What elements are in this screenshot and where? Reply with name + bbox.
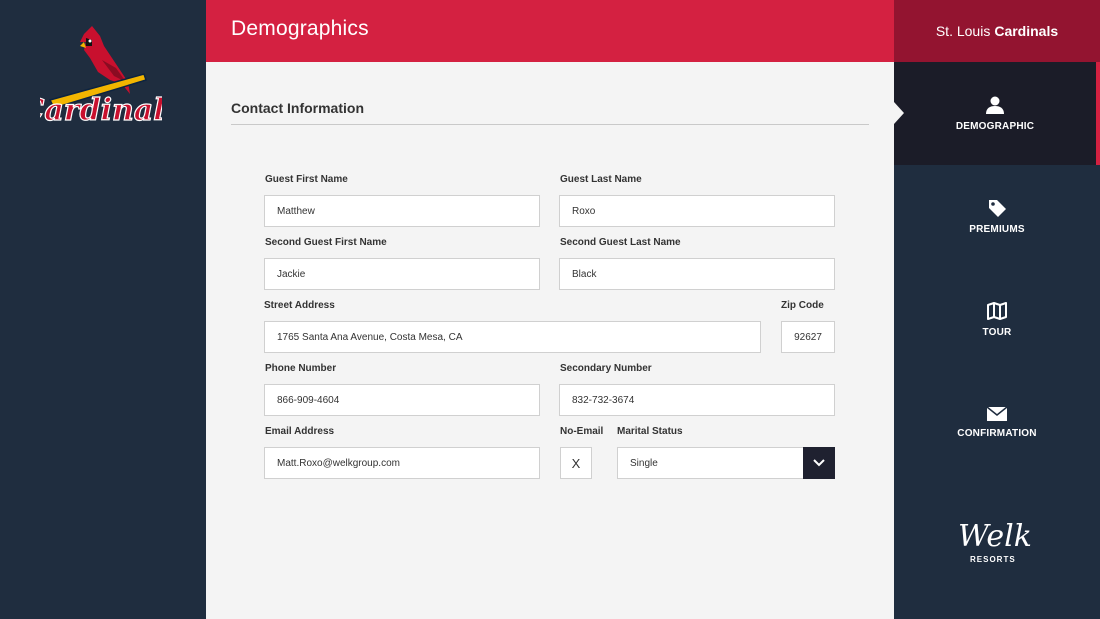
nav-label-tour: TOUR: [982, 327, 1012, 338]
brand-header: St. Louis Cardinals: [894, 0, 1100, 62]
secondary-number-label: Secondary Number: [560, 363, 652, 374]
section-divider: [231, 124, 869, 125]
street-address-input[interactable]: [264, 321, 761, 353]
logo-wordmark: Cardinals: [40, 93, 162, 128]
email-address-label: Email Address: [265, 426, 335, 437]
brand-team: Cardinals: [994, 23, 1059, 39]
nav-item-confirmation[interactable]: CONFIRMATION: [894, 371, 1100, 474]
nav-item-tour[interactable]: TOUR: [894, 268, 1100, 371]
nav-label-demographic: DEMOGRAPHIC: [955, 121, 1035, 132]
welk-sub: RESORTS: [970, 555, 1016, 564]
no-email-checkbox[interactable]: X: [560, 447, 592, 479]
second-guest-first-name-label: Second Guest First Name: [265, 237, 387, 248]
envelope-icon: [986, 406, 1008, 421]
guest-first-name-label: Guest First Name: [265, 174, 348, 185]
email-address-input[interactable]: [264, 447, 540, 479]
tag-icon: [989, 200, 1006, 217]
guest-first-name-input[interactable]: [264, 195, 540, 227]
page-title: Demographics: [231, 17, 369, 40]
nav-label-premiums: PREMIUMS: [969, 224, 1025, 235]
map-icon: [987, 302, 1007, 320]
zip-code-label: Zip Code: [781, 300, 824, 311]
main-content: Contact Information Guest First Name Gue…: [206, 62, 894, 619]
guest-last-name-input[interactable]: [559, 195, 835, 227]
dropdown-toggle[interactable]: [803, 447, 835, 479]
nav-label-confirmation: CONFIRMATION: [957, 428, 1037, 439]
marital-status-select[interactable]: Single: [617, 447, 835, 479]
page-header: Demographics: [206, 0, 894, 62]
active-indicator: [894, 102, 904, 124]
street-address-label: Street Address: [264, 300, 335, 311]
phone-number-label: Phone Number: [265, 363, 337, 374]
cardinals-logo: Cardinals: [40, 26, 162, 129]
welk-resorts-logo: Welk RESORTS: [958, 522, 1038, 570]
second-guest-first-name-input[interactable]: [264, 258, 540, 290]
second-guest-last-name-input[interactable]: [559, 258, 835, 290]
right-sidebar: St. Louis Cardinals DEMOGRAPHIC PREMIUMS…: [894, 0, 1100, 619]
chevron-down-icon: [813, 459, 825, 467]
left-sidebar: Cardinals: [0, 0, 206, 619]
welk-script: Welk: [958, 519, 1032, 554]
nav-item-demographic[interactable]: DEMOGRAPHIC: [894, 62, 1100, 165]
marital-status-value: Single: [630, 458, 658, 469]
section-title: Contact Information: [231, 100, 364, 116]
nav-item-premiums[interactable]: PREMIUMS: [894, 165, 1100, 268]
guest-last-name-label: Guest Last Name: [560, 174, 642, 185]
zip-code-input[interactable]: [781, 321, 835, 353]
brand-prefix: St. Louis: [935, 23, 991, 39]
secondary-number-input[interactable]: [559, 384, 835, 416]
marital-status-label: Marital Status: [617, 426, 683, 437]
phone-number-input[interactable]: [264, 384, 540, 416]
no-email-label: No-Email: [560, 426, 604, 437]
second-guest-last-name-label: Second Guest Last Name: [560, 237, 681, 248]
user-icon: [986, 96, 1004, 114]
